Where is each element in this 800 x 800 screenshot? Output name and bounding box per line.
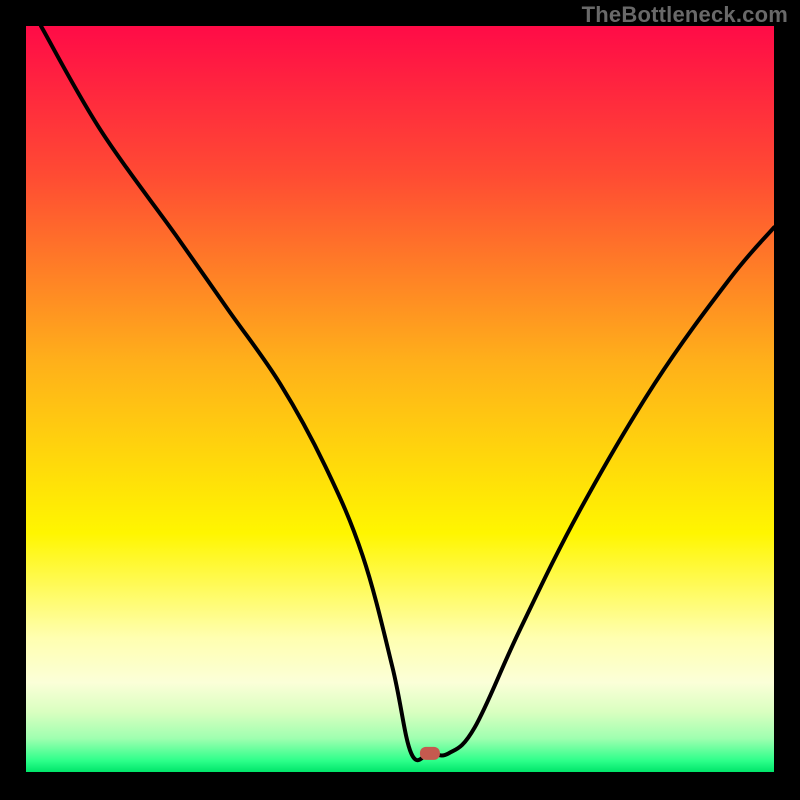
bottleneck-chart <box>0 0 800 800</box>
chart-frame: { "watermark": "TheBottleneck.com", "cha… <box>0 0 800 800</box>
optimal-marker <box>420 747 440 760</box>
plot-area <box>26 26 774 772</box>
watermark-text: TheBottleneck.com <box>582 2 788 28</box>
